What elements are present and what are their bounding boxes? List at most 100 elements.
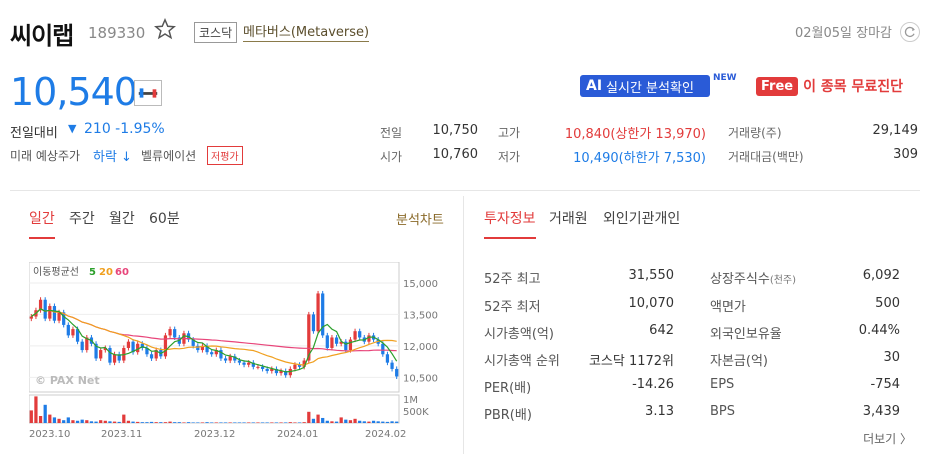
volume-bar	[367, 421, 371, 423]
tab-investor-breakdown[interactable]: 외인기관개인	[603, 208, 680, 228]
candle	[260, 366, 265, 369]
new-badge: NEW	[713, 73, 737, 83]
candle	[395, 368, 399, 377]
free-badge: Free	[756, 76, 799, 96]
candle	[108, 347, 112, 363]
volume-bar	[177, 422, 181, 423]
volume-bar	[321, 417, 325, 423]
candle	[112, 354, 117, 363]
info-value: 10,070	[628, 296, 675, 311]
candle	[223, 358, 228, 361]
candle	[237, 360, 242, 363]
x-tick-label: 2024.02	[365, 429, 406, 440]
tab-investment-info[interactable]: 투자정보	[484, 208, 536, 228]
candle-chart-icon[interactable]	[134, 80, 162, 106]
more-link[interactable]: 더보기 〉	[863, 430, 912, 447]
candle	[71, 329, 75, 336]
volume-bar	[52, 417, 57, 423]
volume-bar	[62, 420, 66, 423]
info-value: 6,092	[862, 268, 900, 283]
volume-bar	[362, 421, 366, 423]
volume-bar	[29, 410, 33, 423]
refresh-icon[interactable]	[900, 22, 920, 42]
volume-bar	[265, 422, 269, 423]
candle	[228, 356, 232, 361]
volume-bar	[228, 422, 232, 423]
open-label: 시가	[380, 150, 403, 164]
low-label: 저가	[498, 150, 521, 164]
info-value: 3.13	[645, 404, 674, 419]
stock-code: 189330	[88, 24, 146, 42]
volume-bar	[43, 404, 47, 423]
volume-bar	[274, 422, 279, 423]
volume-bar	[385, 421, 390, 423]
volume-bar	[293, 422, 297, 423]
info-value: 0.44%	[858, 323, 900, 338]
volume-bar	[80, 419, 84, 423]
volume-bar	[182, 422, 186, 423]
candle	[367, 335, 371, 342]
volume-bar	[353, 418, 357, 423]
volume-bar	[325, 420, 329, 423]
volume-bar	[140, 422, 144, 423]
x-tick-label: 2023.10	[29, 429, 70, 440]
tab-weekly[interactable]: 주간	[69, 208, 95, 228]
volume-bar	[316, 414, 320, 423]
volume-bar	[344, 419, 348, 423]
volume-bar	[145, 422, 149, 423]
volume-bar	[288, 422, 292, 423]
info-value: 31,550	[628, 268, 675, 283]
volume-bar	[131, 421, 135, 423]
volume-bar	[71, 420, 75, 423]
volume-bar	[126, 420, 131, 423]
analysis-chart-link[interactable]: 분석차트	[396, 209, 444, 228]
volume-bar	[66, 417, 70, 423]
volume-bar	[256, 422, 260, 423]
candle	[256, 366, 260, 368]
tab-brokers[interactable]: 거래원	[549, 208, 588, 228]
volume-bar	[99, 420, 103, 423]
ai-button-label: 실시간 분석확인	[606, 80, 694, 96]
info-value: -754	[870, 377, 900, 392]
volume-bar	[334, 421, 339, 423]
star-icon[interactable]	[154, 18, 176, 40]
candle	[293, 364, 297, 369]
info-label: 52주 최고	[484, 272, 541, 287]
legend-ma5: 5	[89, 267, 96, 278]
info-value: 코스닥 1172위	[588, 354, 674, 369]
free-diagnosis-label: 이 종목 무료진단	[803, 79, 904, 95]
volume-bar	[38, 416, 43, 423]
volume-bar	[237, 422, 242, 423]
free-diagnosis-button[interactable]: Free 이 종목 무료진단	[756, 75, 903, 97]
candle	[381, 343, 385, 355]
volume-bar	[205, 422, 209, 423]
theme-link[interactable]: 메타버스(Metaverse)	[243, 21, 370, 42]
active-tab-indicator	[484, 237, 536, 239]
volume-bar	[307, 411, 311, 423]
prev-close-label: 전일	[380, 126, 403, 140]
volume-value: 29,149	[872, 123, 919, 138]
tab-daily[interactable]: 일간	[29, 208, 55, 228]
tab-monthly[interactable]: 월간	[109, 208, 135, 228]
volume-bar	[219, 422, 223, 423]
volume-bar	[390, 421, 394, 423]
price-chart[interactable]: 이동평균선 5 20 60 © PAX Net 15,000 13,500 12,0…	[29, 262, 441, 442]
x-tick-label: 2023.12	[194, 429, 235, 440]
valuation-badge[interactable]: 저평가	[207, 146, 243, 165]
tab-60min[interactable]: 60분	[149, 208, 180, 228]
candle	[210, 352, 214, 355]
volume-bar	[117, 421, 121, 423]
volume-bar	[251, 422, 255, 423]
info-label: EPS	[710, 377, 735, 392]
candle	[43, 299, 47, 319]
ai-analysis-button[interactable]: AI 실시간 분석확인	[580, 75, 710, 97]
high-label: 고가	[498, 126, 521, 140]
volume-bar	[381, 421, 385, 423]
volume-bar	[242, 422, 246, 423]
volume-bar	[214, 422, 218, 423]
forecast-label: 미래 예상주가	[10, 149, 81, 163]
info-label: 자본금(억)	[710, 354, 768, 369]
volume-bar	[376, 421, 380, 423]
forecast-value[interactable]: 하락 ↓	[93, 146, 132, 165]
candle	[330, 337, 334, 348]
